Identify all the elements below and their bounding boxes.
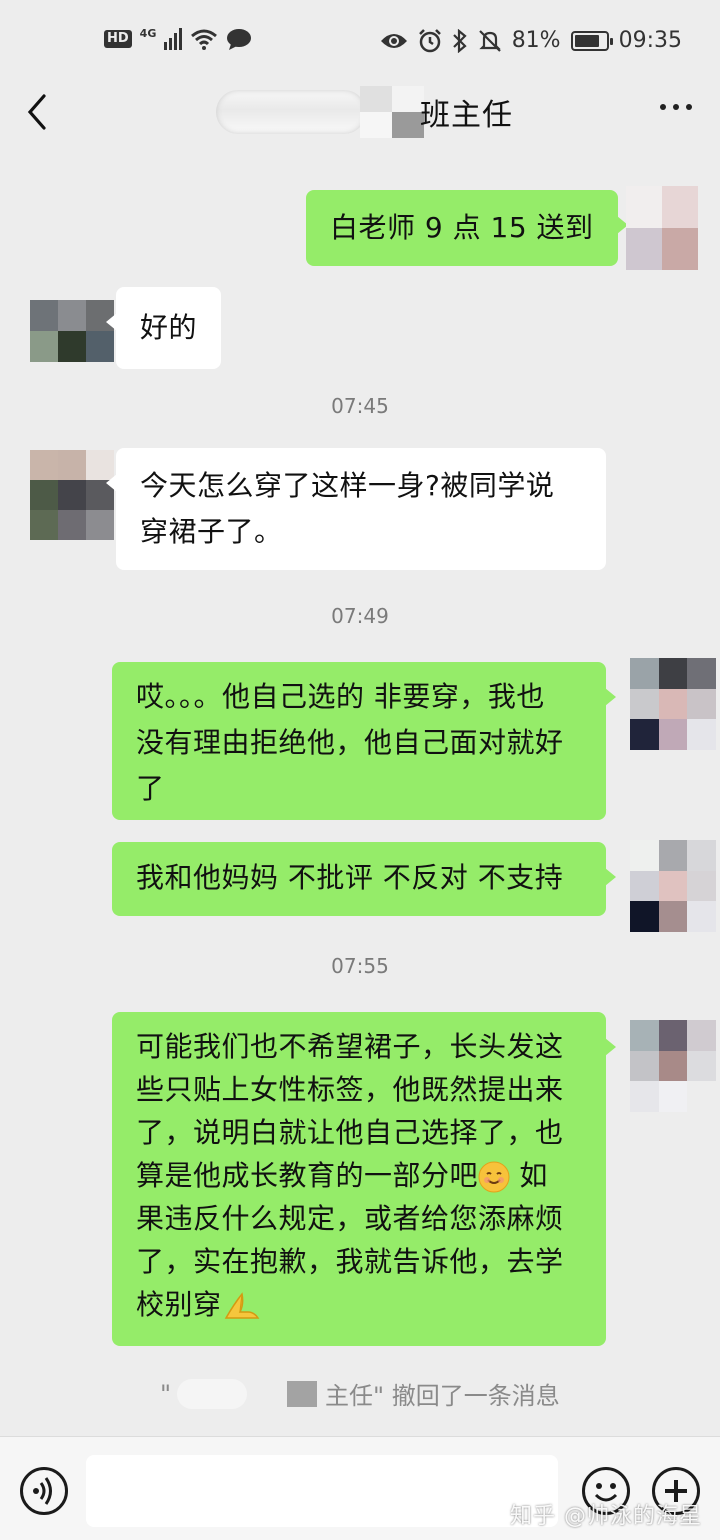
message-line: 没有理由拒绝他，他自己面对就好 <box>136 726 564 759</box>
hd-icon: HD <box>104 30 132 48</box>
page-title: 班主任 <box>420 98 513 133</box>
battery-level <box>574 34 599 47</box>
message-line: 了，说明白就让他自己选择了，也 <box>136 1116 564 1149</box>
battery-percent: 81% <box>511 28 561 53</box>
wifi-icon <box>191 29 218 50</box>
voice-glyph <box>33 1477 52 1505</box>
message-text: 我和他妈妈 不批评 不反对 不支持 <box>136 861 564 894</box>
signal-icon <box>164 28 183 50</box>
redacted-name-mosaic <box>360 86 424 138</box>
recall-notice: " 主任" 撤回了一条消息 <box>160 1376 560 1411</box>
message-line-segment: 算是他成长教育的一部分吧 <box>136 1159 479 1192</box>
nav-bar: 班主任 <box>0 84 720 140</box>
message-bubble-outgoing[interactable]: 我和他妈妈 不批评 不反对 不支持 <box>112 842 616 916</box>
chat-area[interactable]: 白老师 9 点 15 送到 好的 07:45 今天怎么穿了这样一身?被同学说 穿… <box>0 150 720 1430</box>
smile-emoji <box>478 1161 510 1193</box>
message-line: 穿裙子了。 <box>140 515 283 548</box>
timestamp: 07:49 <box>331 604 389 628</box>
teacher-avatar[interactable] <box>30 450 114 540</box>
my-avatar[interactable] <box>630 840 716 932</box>
recall-prefix: " <box>160 1379 172 1408</box>
message-bubble-outgoing[interactable]: 哎。。。他自己选的 非要穿，我也 没有理由拒绝他，他自己面对就好 了 <box>112 662 616 820</box>
message-bubble-outgoing[interactable]: 可能我们也不希望裙子，长头发这 些只贴上女性标签，他既然提出来 了，说明白就让他… <box>112 1012 616 1346</box>
teacher-avatar[interactable] <box>30 300 114 362</box>
eye-icon <box>380 33 407 48</box>
battery-icon <box>570 30 613 51</box>
network-type-label: 4G <box>139 26 157 40</box>
message-line: 了 <box>136 772 165 805</box>
message-line: 可能我们也不希望裙子，长头发这 <box>136 1030 564 1063</box>
status-time: 09:35 <box>618 28 682 53</box>
chat-title: 班主任 <box>216 84 513 140</box>
my-avatar[interactable] <box>630 658 716 750</box>
message-line: 果违反什么规定，或者给您添麻烦 <box>136 1202 564 1235</box>
message-line: 些只贴上女性标签，他既然提出来 <box>136 1073 564 1106</box>
back-icon[interactable] <box>22 92 52 132</box>
message-bubble-incoming[interactable]: 今天怎么穿了这样一身?被同学说 穿裙子了。 <box>106 448 606 570</box>
redacted-name-scribble <box>216 90 366 134</box>
message-line: 算是他成长教育的一部分吧 如 <box>136 1154 582 1197</box>
message-line: 今天怎么穿了这样一身?被同学说 <box>140 469 555 502</box>
my-avatar[interactable] <box>630 1020 716 1112</box>
more-icon[interactable] <box>660 104 692 110</box>
message-line-segment: 校别穿 <box>136 1288 222 1321</box>
message-text: 好的 <box>140 311 198 344</box>
status-right: 81% 09:35 <box>380 28 682 53</box>
message-bubble-incoming[interactable]: 好的 <box>105 287 222 369</box>
voice-icon[interactable] <box>20 1467 68 1515</box>
message-line: 校别穿 <box>136 1283 582 1326</box>
redacted-name-scribble <box>177 1378 248 1409</box>
message-text: 白老师 9 点 15 送到 <box>330 211 594 244</box>
status-bar: HD 4G 81% 09:35 <box>0 0 720 84</box>
chat-icon <box>227 29 252 50</box>
my-avatar[interactable] <box>626 186 698 270</box>
timestamp: 07:45 <box>331 394 389 418</box>
redacted-name-mosaic <box>287 1380 318 1407</box>
bluetooth-icon <box>452 28 467 53</box>
message-input[interactable] <box>86 1455 558 1527</box>
message-bubble-outgoing[interactable]: 白老师 9 点 15 送到 <box>306 190 628 266</box>
mute-icon <box>478 29 501 52</box>
watermark: 知乎 @帅泳的海星 <box>510 1504 702 1529</box>
message-line-segment: 如 <box>510 1159 548 1192</box>
recall-text: 主任" 撤回了一条消息 <box>325 1382 560 1410</box>
status-left: HD 4G <box>104 28 252 50</box>
alarm-icon <box>418 28 441 52</box>
timestamp: 07:55 <box>331 954 389 978</box>
pray-emoji <box>224 1292 259 1319</box>
message-line: 了，实在抱歉，我就告诉他，去学 <box>136 1245 564 1278</box>
message-line: 哎。。。他自己选的 非要穿，我也 <box>136 680 545 713</box>
